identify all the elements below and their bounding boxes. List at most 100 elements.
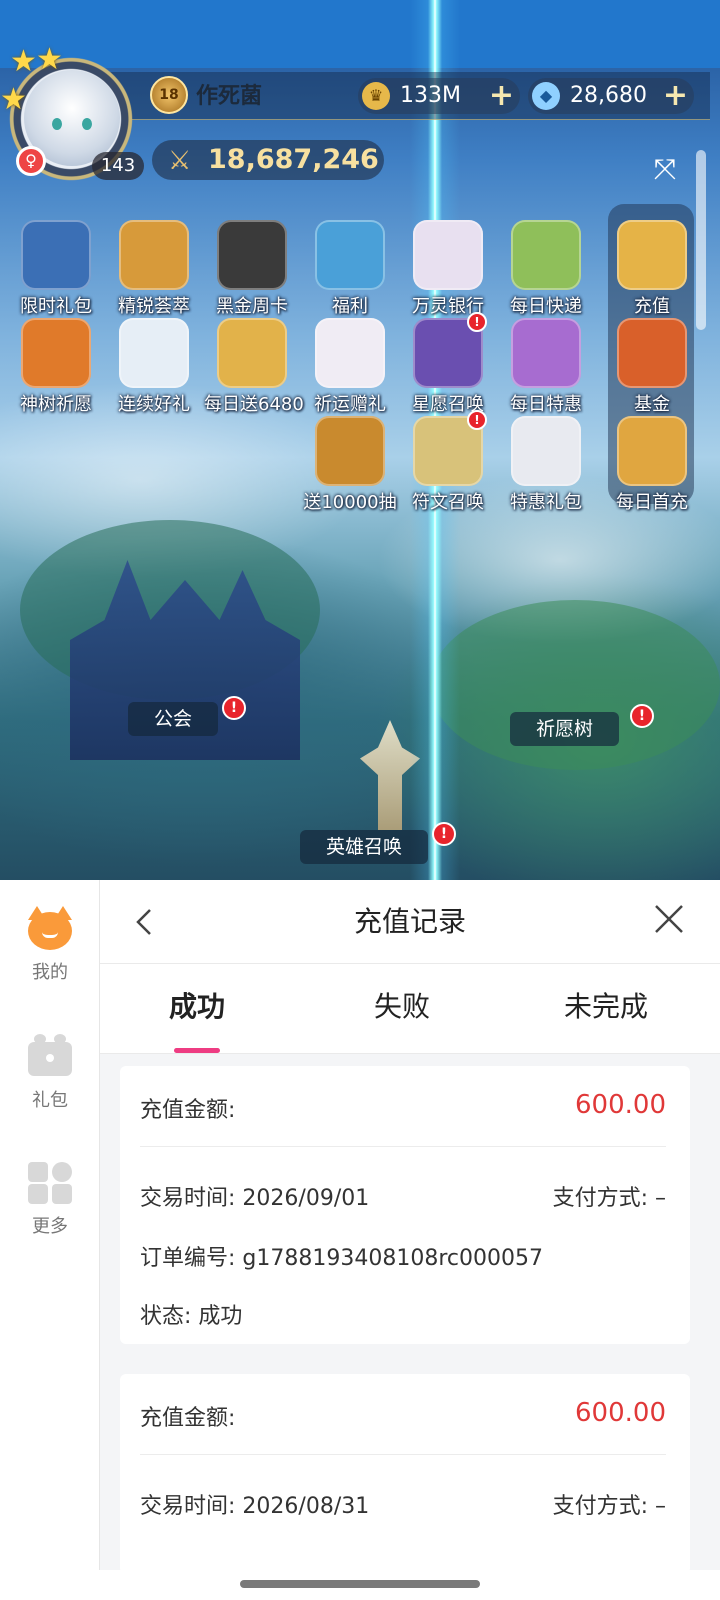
- chevron-left-icon: [136, 909, 151, 935]
- event-icon-recharge[interactable]: 充值: [604, 220, 700, 318]
- hero-summon-label[interactable]: 英雄召唤: [300, 830, 429, 864]
- event-label: 每日特惠: [510, 394, 582, 415]
- grid-icon: [26, 1160, 74, 1204]
- event-icon-tree-wish[interactable]: 神树祈愿: [8, 318, 104, 416]
- tab-incomplete[interactable]: 未完成: [546, 964, 666, 1054]
- event-label: 黑金周卡: [216, 296, 288, 317]
- event-label: 限时礼包: [20, 296, 92, 317]
- fullscreen-icon[interactable]: ⤧: [648, 152, 682, 186]
- payment-row: 支付方式: –: [553, 1488, 666, 1520]
- event-label: 福利: [332, 296, 368, 317]
- event-label: 基金: [634, 394, 670, 415]
- star-icon: ★: [0, 82, 27, 117]
- event-icon-limited-pack[interactable]: 限时礼包: [8, 220, 104, 318]
- diamond-value: 28,680: [570, 83, 647, 108]
- status-value: 成功: [198, 1304, 243, 1329]
- gender-icon: ♀: [16, 146, 46, 176]
- amount-value: 600.00: [575, 1090, 666, 1120]
- event-icon-star-summon[interactable]: ! 星愿召唤: [400, 312, 496, 416]
- payment-label: 支付方式:: [552, 1186, 648, 1211]
- sdk-sidebar: 我的 礼包 更多: [0, 880, 100, 1570]
- event-icon-bank[interactable]: 万灵银行: [400, 220, 496, 318]
- character-icon: [119, 220, 189, 290]
- sidebar-label: 礼包: [32, 1090, 68, 1111]
- gold-counter: ♛ 133M +: [358, 78, 520, 114]
- payment-label: 支付方式:: [552, 1494, 648, 1519]
- event-label: 精锐荟萃: [118, 296, 190, 317]
- sidebar-label: 我的: [32, 962, 68, 983]
- event-icon-welfare[interactable]: 福利: [302, 220, 398, 318]
- time-label: 交易时间:: [140, 1494, 236, 1519]
- character-icon: [511, 220, 581, 290]
- event-label: 每日送6480: [204, 394, 304, 415]
- active-tab-indicator: [174, 1048, 220, 1053]
- record-card: 充值金额: 600.00 交易时间: 2026/09/01 支付方式: – 订单…: [120, 1066, 690, 1344]
- event-label: 每日快递: [510, 296, 582, 317]
- close-icon: [655, 905, 683, 933]
- gift-box-icon: [617, 416, 687, 486]
- sidebar-item-mine[interactable]: 我的: [0, 906, 100, 984]
- sidebar-item-gifts[interactable]: 礼包: [0, 1034, 100, 1112]
- payment-value: –: [655, 1186, 666, 1211]
- vip-badge[interactable]: 18: [150, 76, 188, 114]
- guild-label[interactable]: 公会: [128, 702, 219, 736]
- sidebar-item-more[interactable]: 更多: [0, 1160, 100, 1238]
- avatar-eye-left: [52, 118, 62, 130]
- status-tabs: 成功 失败 未完成: [100, 964, 720, 1054]
- event-icon-continuous-gift[interactable]: 连续好礼: [106, 318, 202, 416]
- home-indicator[interactable]: [240, 1580, 480, 1588]
- event-label: 神树祈愿: [20, 394, 92, 415]
- order-row: 订单编号: g1788193408108rc000057: [140, 1240, 666, 1272]
- power-value: 18,687,246: [208, 144, 379, 175]
- panel-header: 充值记录: [100, 880, 720, 964]
- divider: [140, 1454, 666, 1455]
- rune-altar-icon: !: [413, 410, 487, 486]
- add-gold-button[interactable]: +: [489, 78, 514, 114]
- tab-failed[interactable]: 失败: [352, 964, 452, 1054]
- diamond-icon: ◆: [532, 82, 560, 110]
- alert-badge: !: [467, 312, 487, 332]
- player-level: 143: [92, 152, 144, 180]
- sidebar-label: 更多: [32, 1216, 68, 1237]
- back-button[interactable]: [130, 898, 170, 946]
- event-icon-fortune-gift[interactable]: 祈运赠礼: [302, 318, 398, 416]
- tab-success[interactable]: 成功: [147, 964, 247, 1054]
- add-diamond-button[interactable]: +: [663, 78, 688, 114]
- order-number: g1788193408108rc000057: [242, 1246, 543, 1271]
- order-label: 订单编号:: [140, 1246, 236, 1271]
- event-label: 符文召唤: [412, 492, 484, 513]
- event-icon-elite[interactable]: 精锐荟萃: [106, 220, 202, 318]
- close-button[interactable]: [648, 896, 690, 944]
- event-icon-rune-summon[interactable]: ! 符文召唤: [400, 410, 496, 514]
- star-icon: ★: [10, 44, 37, 79]
- wish-tree-label[interactable]: 祈愿树: [510, 712, 620, 746]
- event-icon-daily-first-recharge[interactable]: 每日首充: [604, 416, 700, 514]
- event-icon-fund[interactable]: 基金: [604, 318, 700, 416]
- guild-alert-badge: !: [222, 696, 246, 720]
- event-icon-special-pack[interactable]: 特惠礼包: [498, 416, 594, 514]
- combat-power: ⚔ 18,687,246: [152, 140, 384, 180]
- star-icon: ★: [36, 42, 63, 77]
- event-icon-daily-6480[interactable]: 每日送6480: [204, 318, 304, 416]
- record-card: 充值金额: 600.00 交易时间: 2026/08/31 支付方式: –: [120, 1374, 690, 1574]
- status-row: 状态: 成功: [140, 1298, 666, 1330]
- event-label: 送10000抽: [303, 492, 397, 513]
- divider: [140, 1146, 666, 1147]
- event-label: 每日首充: [616, 492, 688, 513]
- time-label: 交易时间:: [140, 1186, 236, 1211]
- gift-icon: [26, 1034, 74, 1078]
- crossed-swords-icon: ⚔: [168, 146, 192, 176]
- wish-tree-alert-badge: !: [630, 704, 654, 728]
- event-icon-daily-express[interactable]: 每日快递: [498, 220, 594, 318]
- character-icon: [511, 416, 581, 486]
- character-icon: [413, 220, 483, 290]
- alert-badge: !: [467, 410, 487, 430]
- event-icon-weekly-card[interactable]: 黑金周卡: [204, 220, 300, 318]
- gold-coin-icon: ♛: [362, 82, 390, 110]
- event-label: 充值: [634, 296, 670, 317]
- event-icon-daily-deal[interactable]: 每日特惠: [498, 318, 594, 416]
- event-icon-10000-draws[interactable]: 送10000抽: [302, 416, 398, 514]
- treasure-chest-icon: [617, 220, 687, 290]
- status-label: 状态:: [140, 1304, 192, 1329]
- payment-value: –: [655, 1494, 666, 1519]
